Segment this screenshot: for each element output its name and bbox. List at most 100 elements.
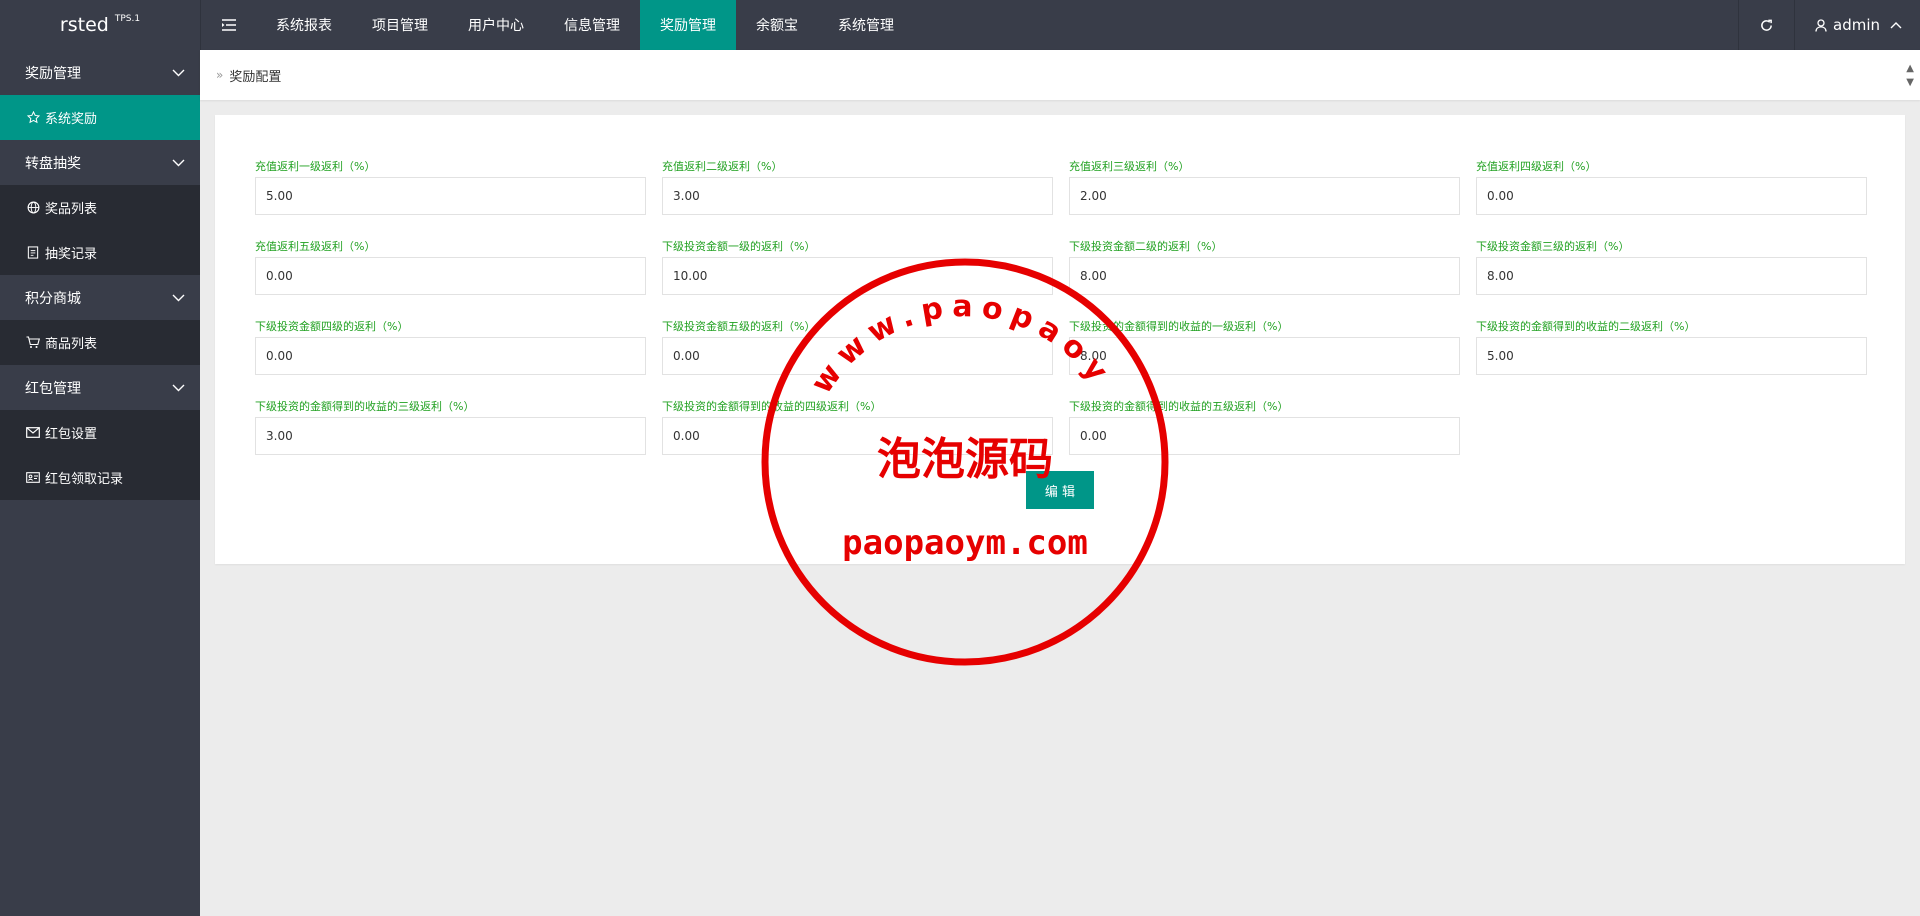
sidebar-item-label: 抽奖记录 (45, 247, 98, 262)
chevron-down-icon (172, 380, 185, 396)
field-label: 下级投资金额三级的返利（%） (1476, 240, 1630, 253)
nav-project-management[interactable]: 项目管理 (352, 0, 448, 50)
form-field: 充值返利二级返利（%） (662, 159, 1053, 215)
nav-system-management[interactable]: 系统管理 (818, 0, 914, 50)
chevron-down-icon (172, 290, 185, 306)
recharge-rebate-level-1-input[interactable] (255, 177, 646, 215)
sidebar-group-label: 红包管理 (25, 380, 81, 397)
invest-rebate-level-3-input[interactable] (1476, 257, 1867, 295)
nav-user-center[interactable]: 用户中心 (448, 0, 544, 50)
chevron-down-icon (172, 155, 185, 171)
sidebar-item-red-packet-settings[interactable]: 红包设置 (0, 410, 200, 455)
form-field: 下级投资的金额得到的收益的四级返利（%） (662, 399, 1053, 455)
document-icon (26, 246, 40, 259)
form-field: 充值返利四级返利（%） (1476, 159, 1867, 215)
form-field: 下级投资金额三级的返利（%） (1476, 239, 1867, 295)
sidebar-group-label: 奖励管理 (25, 65, 81, 82)
sidebar-group-red-packet[interactable]: 红包管理 (0, 365, 200, 410)
breadcrumb-current: 奖励配置 (229, 69, 282, 85)
field-label: 下级投资的金额得到的收益的一级返利（%） (1069, 320, 1289, 333)
card-icon (26, 472, 40, 483)
sidebar-item-lottery-record[interactable]: 抽奖记录 (0, 230, 200, 275)
scroll-down-icon[interactable]: ▼ (1906, 78, 1914, 88)
star-icon (26, 111, 40, 124)
user-name: admin (1833, 16, 1880, 34)
main-nav: 系统报表 项目管理 用户中心 信息管理 奖励管理 余额宝 系统管理 (256, 0, 914, 50)
globe-icon (26, 201, 40, 214)
invest-rebate-level-2-input[interactable] (1069, 257, 1460, 295)
form-field: 下级投资金额二级的返利（%） (1069, 239, 1460, 295)
field-label: 下级投资的金额得到的收益的五级返利（%） (1069, 400, 1289, 413)
sidebar-item-product-list[interactable]: 商品列表 (0, 320, 200, 365)
chevron-up-icon (1890, 21, 1902, 29)
sidebar-item-label: 红包领取记录 (45, 472, 124, 487)
reward-config-card: 充值返利一级返利（%） 充值返利二级返利（%） 充值返利三级返利（%） 充值返利… (215, 115, 1905, 564)
form-field: 下级投资金额五级的返利（%） (662, 319, 1053, 375)
earnings-rebate-level-5-input[interactable] (1069, 417, 1460, 455)
field-label: 下级投资的金额得到的收益的三级返利（%） (255, 400, 475, 413)
sidebar-group-label: 转盘抽奖 (25, 155, 81, 172)
form-field: 下级投资的金额得到的收益的三级返利（%） (255, 399, 646, 455)
top-bar: rsted TPS.1 系统报表 项目管理 用户中心 信息管理 奖励管理 余额宝 … (0, 0, 1920, 50)
sidebar-group-points-mall[interactable]: 积分商城 (0, 275, 200, 320)
breadcrumb: » 奖励配置 ▲ ▼ (200, 50, 1920, 100)
user-menu[interactable]: admin (1794, 0, 1920, 50)
field-label: 充值返利一级返利（%） (255, 160, 376, 173)
sidebar-item-label: 红包设置 (45, 427, 98, 442)
earnings-rebate-level-1-input[interactable] (1069, 337, 1460, 375)
sidebar-item-red-packet-records[interactable]: 红包领取记录 (0, 455, 200, 500)
sidebar-group-reward[interactable]: 奖励管理 (0, 50, 200, 95)
recharge-rebate-level-5-input[interactable] (255, 257, 646, 295)
sidebar-group-lottery[interactable]: 转盘抽奖 (0, 140, 200, 185)
field-label: 充值返利二级返利（%） (662, 160, 783, 173)
field-label: 充值返利五级返利（%） (255, 240, 376, 253)
field-label: 下级投资金额五级的返利（%） (662, 320, 816, 333)
chevron-down-icon (172, 65, 185, 81)
sidebar-item-system-reward[interactable]: 系统奖励 (0, 95, 200, 140)
scroll-up-icon[interactable]: ▲ (1906, 64, 1914, 74)
sidebar-item-prize-list[interactable]: 奖品列表 (0, 185, 200, 230)
sidebar-group-label: 积分商城 (25, 290, 81, 307)
sidebar: 奖励管理 系统奖励 转盘抽奖 奖品列表 抽奖记录 积分商城 商品列表 红包管理 … (0, 50, 200, 916)
sidebar-item-label: 系统奖励 (45, 112, 98, 127)
field-label: 充值返利三级返利（%） (1069, 160, 1190, 173)
sidebar-item-label: 奖品列表 (45, 202, 98, 217)
field-label: 下级投资的金额得到的收益的四级返利（%） (662, 400, 882, 413)
nav-yuebao[interactable]: 余额宝 (736, 0, 818, 50)
form-field: 下级投资金额四级的返利（%） (255, 319, 646, 375)
envelope-icon (26, 427, 40, 438)
nav-reward-management[interactable]: 奖励管理 (640, 0, 736, 50)
field-label: 下级投资金额四级的返利（%） (255, 320, 409, 333)
field-label: 下级投资金额一级的返利（%） (662, 240, 816, 253)
form-field: 充值返利一级返利（%） (255, 159, 646, 215)
invest-rebate-level-4-input[interactable] (255, 337, 646, 375)
field-label: 下级投资的金额得到的收益的二级返利（%） (1476, 320, 1696, 333)
form-field: 下级投资金额一级的返利（%） (662, 239, 1053, 295)
recharge-rebate-level-4-input[interactable] (1476, 177, 1867, 215)
refresh-icon[interactable] (1738, 0, 1794, 50)
form-field: 充值返利五级返利（%） (255, 239, 646, 295)
earnings-rebate-level-3-input[interactable] (255, 417, 646, 455)
earnings-rebate-level-4-input[interactable] (662, 417, 1053, 455)
edit-button[interactable]: 编 辑 (1026, 471, 1094, 509)
field-label: 下级投资金额二级的返利（%） (1069, 240, 1223, 253)
recharge-rebate-level-3-input[interactable] (1069, 177, 1460, 215)
cart-icon (26, 336, 40, 349)
sidebar-item-label: 商品列表 (45, 337, 98, 352)
form-field: 下级投资的金额得到的收益的一级返利（%） (1069, 319, 1460, 375)
form-field: 下级投资的金额得到的收益的二级返利（%） (1476, 319, 1867, 375)
reward-config-form: 充值返利一级返利（%） 充值返利二级返利（%） 充值返利三级返利（%） 充值返利… (255, 159, 1880, 455)
field-label: 充值返利四级返利（%） (1476, 160, 1597, 173)
earnings-rebate-level-2-input[interactable] (1476, 337, 1867, 375)
invest-rebate-level-5-input[interactable] (662, 337, 1053, 375)
form-field: 充值返利三级返利（%） (1069, 159, 1460, 215)
nav-system-report[interactable]: 系统报表 (256, 0, 352, 50)
brand-name: rsted (59, 14, 109, 36)
recharge-rebate-level-2-input[interactable] (662, 177, 1053, 215)
menu-toggle-icon[interactable] (200, 0, 256, 50)
user-icon (1815, 18, 1827, 32)
brand-logo[interactable]: rsted TPS.1 (0, 0, 200, 50)
brand-version: TPS.1 (114, 14, 141, 24)
nav-info-management[interactable]: 信息管理 (544, 0, 640, 50)
invest-rebate-level-1-input[interactable] (662, 257, 1053, 295)
